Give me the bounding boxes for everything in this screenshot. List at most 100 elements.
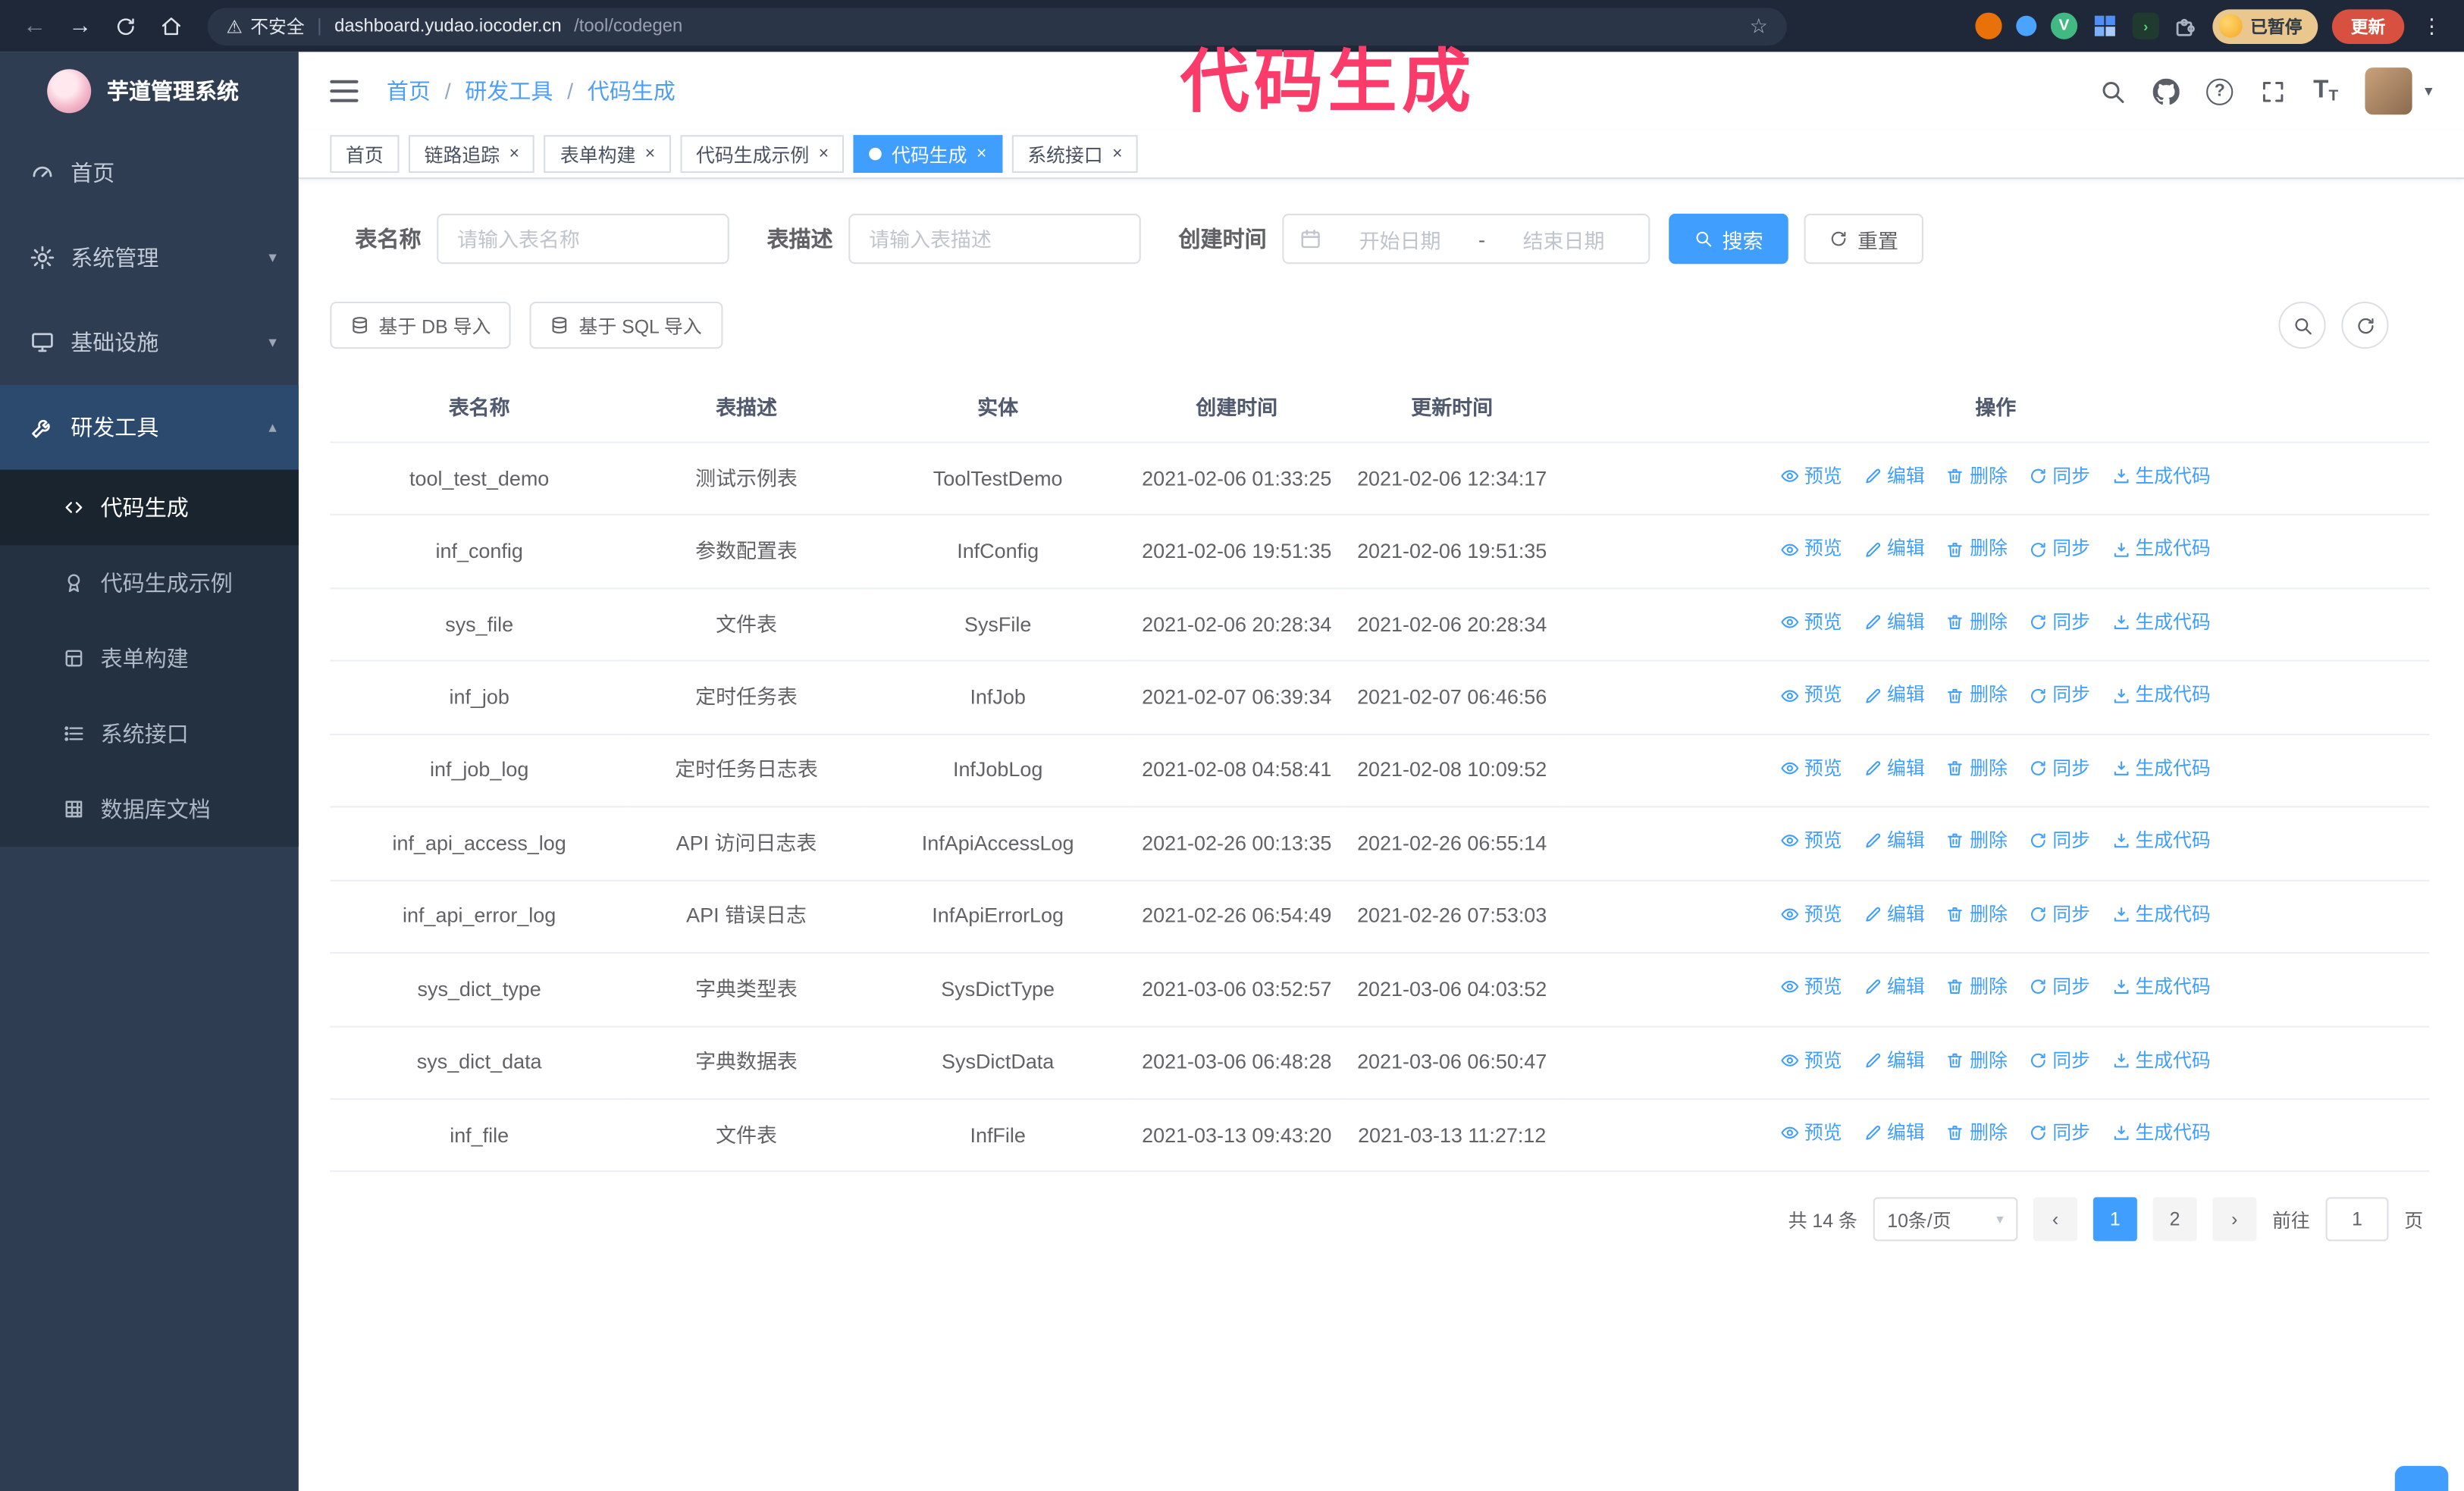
tab-system-api[interactable]: 系统接口 × xyxy=(1011,135,1139,173)
page-button-2[interactable]: 2 xyxy=(2152,1198,2197,1242)
tab-codegen[interactable]: 代码生成 × xyxy=(854,135,1003,173)
tab-form-builder[interactable]: 表单构建 × xyxy=(544,135,671,173)
edit-link[interactable]: 编辑 xyxy=(1864,681,1925,710)
tab-tracing[interactable]: 链路追踪 × xyxy=(408,135,535,173)
delete-link[interactable]: 删除 xyxy=(1946,608,2008,637)
edit-link[interactable]: 编辑 xyxy=(1864,973,1925,1002)
preview-link[interactable]: 预览 xyxy=(1781,900,1842,929)
generate-code-link[interactable]: 生成代码 xyxy=(2111,681,2211,710)
toggle-search-button[interactable] xyxy=(2278,301,2326,349)
bookmark-star-icon[interactable]: ☆ xyxy=(1750,14,1768,39)
app-logo[interactable]: 芋道管理系统 xyxy=(0,52,299,130)
extensions-puzzle-icon[interactable] xyxy=(2174,14,2199,39)
preview-link[interactable]: 预览 xyxy=(1781,1045,1842,1075)
extension-icon-terminal[interactable]: › xyxy=(2132,12,2159,39)
goto-page-input[interactable] xyxy=(2325,1198,2389,1242)
date-range-picker[interactable]: 开始日期 - 结束日期 xyxy=(1282,213,1651,265)
sync-link[interactable]: 同步 xyxy=(2029,1045,2090,1075)
sidebar-item-home[interactable]: 首页 xyxy=(0,130,299,215)
github-icon[interactable] xyxy=(2153,78,2180,105)
browser-forward-button[interactable]: → xyxy=(61,7,99,45)
generate-code-link[interactable]: 生成代码 xyxy=(2111,753,2211,783)
close-icon[interactable]: × xyxy=(977,145,986,164)
sync-link[interactable]: 同步 xyxy=(2029,1119,2090,1148)
next-page-button[interactable]: › xyxy=(2212,1198,2257,1242)
edit-link[interactable]: 编辑 xyxy=(1864,608,1925,637)
preview-link[interactable]: 预览 xyxy=(1781,973,1842,1002)
extension-icon-grid[interactable] xyxy=(2092,13,2118,39)
generate-code-link[interactable]: 生成代码 xyxy=(2111,1045,2211,1075)
edit-link[interactable]: 编辑 xyxy=(1864,900,1925,929)
sidebar-toggle-icon[interactable] xyxy=(330,80,359,102)
preview-link[interactable]: 预览 xyxy=(1781,753,1842,783)
delete-link[interactable]: 删除 xyxy=(1946,973,2008,1002)
sync-link[interactable]: 同步 xyxy=(2029,753,2090,783)
sync-link[interactable]: 同步 xyxy=(2029,827,2090,857)
delete-link[interactable]: 删除 xyxy=(1946,681,2008,710)
edit-link[interactable]: 编辑 xyxy=(1864,1045,1925,1075)
close-icon[interactable]: × xyxy=(1112,145,1122,164)
sync-link[interactable]: 同步 xyxy=(2029,462,2090,491)
table-name-input[interactable] xyxy=(437,213,729,265)
sidebar-item-devtools[interactable]: 研发工具 ▴ xyxy=(0,384,299,470)
sidebar-item-system[interactable]: 系统管理 ▾ xyxy=(0,215,299,300)
user-avatar[interactable] xyxy=(2365,67,2412,115)
close-icon[interactable]: × xyxy=(509,145,519,164)
sidebar-item-db-docs[interactable]: 数据库文档 xyxy=(0,772,299,847)
delete-link[interactable]: 删除 xyxy=(1946,1119,2008,1148)
tab-codegen-demo[interactable]: 代码生成示例 × xyxy=(680,135,845,173)
edit-link[interactable]: 编辑 xyxy=(1864,827,1925,857)
delete-link[interactable]: 删除 xyxy=(1946,753,2008,783)
sync-link[interactable]: 同步 xyxy=(2029,535,2090,565)
delete-link[interactable]: 删除 xyxy=(1946,900,2008,929)
prev-page-button[interactable]: ‹ xyxy=(2033,1198,2078,1242)
delete-link[interactable]: 删除 xyxy=(1946,535,2008,565)
breadcrumb-devtools[interactable]: 研发工具 xyxy=(465,75,553,106)
browser-menu-icon[interactable]: ⋮ xyxy=(2419,14,2445,39)
browser-refresh-button[interactable] xyxy=(107,7,145,45)
browser-back-button[interactable]: ← xyxy=(16,7,54,45)
edit-link[interactable]: 编辑 xyxy=(1864,753,1925,783)
security-warning[interactable]: ⚠ 不安全 xyxy=(226,14,304,39)
preview-link[interactable]: 预览 xyxy=(1781,827,1842,857)
preview-link[interactable]: 预览 xyxy=(1781,1119,1842,1148)
generate-code-link[interactable]: 生成代码 xyxy=(2111,827,2211,857)
extension-icon-blue[interactable] xyxy=(2016,15,2037,36)
delete-link[interactable]: 删除 xyxy=(1946,827,2008,857)
refresh-table-button[interactable] xyxy=(2341,301,2389,349)
fullscreen-icon[interactable] xyxy=(2260,78,2287,105)
sidebar-item-form-builder[interactable]: 表单构建 xyxy=(0,621,299,696)
edit-link[interactable]: 编辑 xyxy=(1864,1119,1925,1148)
delete-link[interactable]: 删除 xyxy=(1946,462,2008,491)
extension-icon-vue[interactable]: V xyxy=(2050,12,2078,39)
page-size-select[interactable]: 10条/页 ▾ xyxy=(1873,1198,2018,1242)
sidebar-item-codegen-demo[interactable]: 代码生成示例 xyxy=(0,545,299,620)
generate-code-link[interactable]: 生成代码 xyxy=(2111,608,2211,637)
search-icon[interactable] xyxy=(2099,78,2126,105)
sync-link[interactable]: 同步 xyxy=(2029,973,2090,1002)
generate-code-link[interactable]: 生成代码 xyxy=(2111,900,2211,929)
browser-update-button[interactable]: 更新 xyxy=(2331,8,2405,43)
help-icon[interactable]: ? xyxy=(2206,77,2234,105)
reset-button[interactable]: 重置 xyxy=(1804,213,1924,265)
preview-link[interactable]: 预览 xyxy=(1781,535,1842,565)
page-button-1[interactable]: 1 xyxy=(2093,1198,2137,1242)
generate-code-link[interactable]: 生成代码 xyxy=(2111,1119,2211,1148)
browser-home-button[interactable] xyxy=(152,7,190,45)
back-to-top-button[interactable] xyxy=(2394,1465,2449,1491)
font-size-icon[interactable]: TT xyxy=(2313,77,2338,105)
profile-paused-badge[interactable]: 已暂停 xyxy=(2212,8,2318,43)
close-icon[interactable]: × xyxy=(645,145,655,164)
sidebar-item-infra[interactable]: 基础设施 ▾ xyxy=(0,300,299,385)
preview-link[interactable]: 预览 xyxy=(1781,681,1842,710)
sidebar-item-codegen[interactable]: 代码生成 xyxy=(0,469,299,546)
sync-link[interactable]: 同步 xyxy=(2029,608,2090,637)
tab-home[interactable]: 首页 xyxy=(330,135,400,173)
extension-icon-orange[interactable] xyxy=(1975,12,2002,39)
delete-link[interactable]: 删除 xyxy=(1946,1045,2008,1075)
generate-code-link[interactable]: 生成代码 xyxy=(2111,462,2211,491)
import-db-button[interactable]: 基于 DB 导入 xyxy=(330,301,512,349)
table-desc-input[interactable] xyxy=(848,213,1141,265)
close-icon[interactable]: × xyxy=(819,145,829,164)
edit-link[interactable]: 编辑 xyxy=(1864,462,1925,491)
